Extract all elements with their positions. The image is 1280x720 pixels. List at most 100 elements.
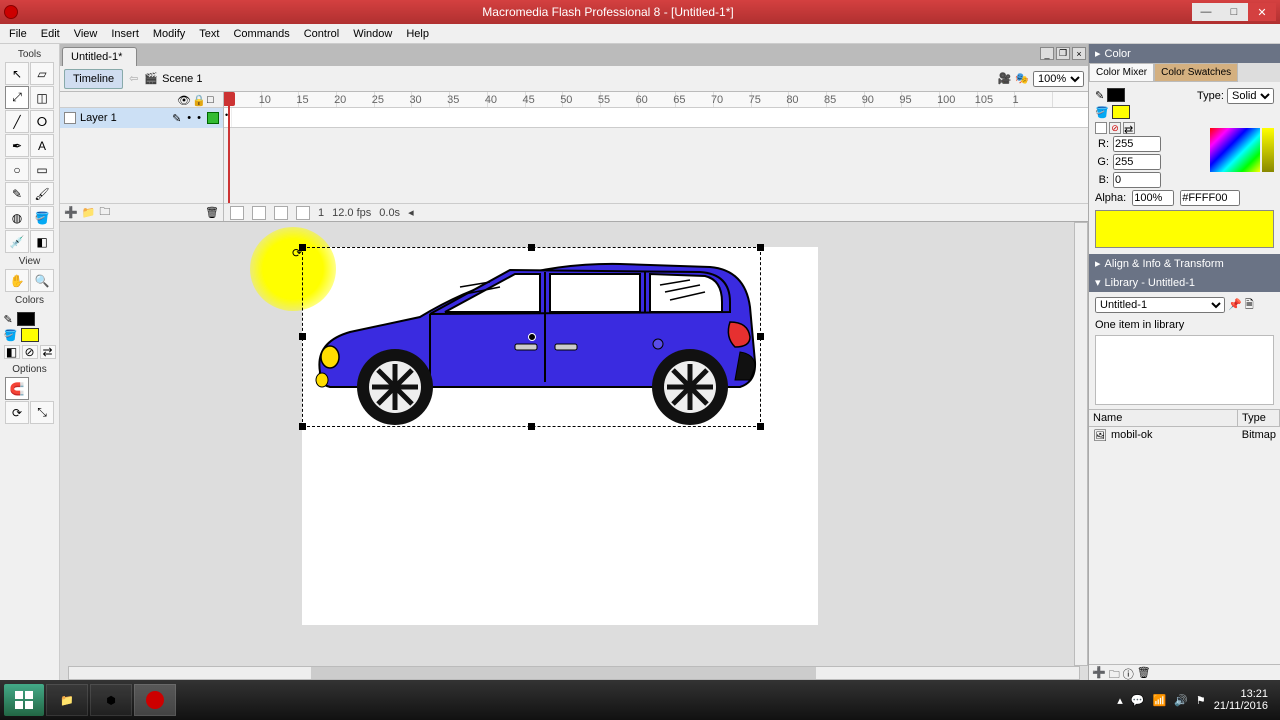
menu-edit[interactable]: Edit — [34, 26, 67, 42]
default-colors-icon[interactable]: ◧ — [4, 345, 20, 359]
hue-strip[interactable] — [1262, 128, 1274, 172]
color-picker-gradient[interactable] — [1210, 128, 1260, 172]
handle-ml[interactable] — [299, 333, 306, 340]
menu-help[interactable]: Help — [399, 26, 436, 42]
menu-insert[interactable]: Insert — [104, 26, 146, 42]
taskbar-app-1[interactable]: ⬢ — [90, 684, 132, 716]
handle-tc[interactable] — [528, 244, 535, 251]
menu-modify[interactable]: Modify — [146, 26, 192, 42]
doc-minimize-icon[interactable]: _ — [1040, 47, 1054, 60]
close-button[interactable]: ✕ — [1248, 3, 1276, 21]
layer-outline-color[interactable] — [207, 112, 219, 124]
stroke-color-swatch[interactable] — [17, 312, 35, 326]
type-select[interactable]: Solid — [1227, 88, 1274, 104]
b-input[interactable] — [1113, 172, 1161, 188]
onion-skin-icon[interactable] — [252, 206, 266, 220]
back-arrow-icon[interactable]: ⇦ — [129, 72, 138, 85]
tray-up-icon[interactable]: ▴ — [1117, 694, 1123, 707]
edit-multiple-icon[interactable] — [296, 206, 310, 220]
panel-stroke-swatch[interactable] — [1107, 88, 1125, 102]
r-input[interactable] — [1113, 136, 1161, 152]
lasso-tool[interactable]: ⵔ — [30, 110, 54, 133]
doc-restore-icon[interactable]: ❐ — [1056, 47, 1070, 60]
scroll-left-icon[interactable]: ◂ — [408, 206, 414, 219]
new-symbol-icon[interactable]: ➕ — [1092, 666, 1106, 679]
onion-outline-icon[interactable] — [274, 206, 288, 220]
fill-color-swatch[interactable] — [21, 328, 39, 342]
stage-area[interactable]: ⟳ — [60, 222, 1088, 680]
free-transform-tool[interactable]: ⤢ — [5, 86, 29, 109]
tray-action-icon[interactable]: 💬 — [1131, 694, 1145, 707]
menu-commands[interactable]: Commands — [226, 26, 296, 42]
type-column[interactable]: Type — [1238, 410, 1280, 426]
handle-bc[interactable] — [528, 423, 535, 430]
ink-bottle-tool[interactable]: ◍ — [5, 206, 29, 229]
hand-tool[interactable]: ✋ — [5, 269, 29, 292]
start-button[interactable] — [4, 684, 44, 716]
tray-volume-icon[interactable]: 🔊 — [1174, 694, 1188, 707]
taskbar-explorer[interactable]: 📁 — [46, 684, 88, 716]
doc-close-icon[interactable]: × — [1072, 47, 1086, 60]
pencil-tool[interactable]: ✎ — [5, 182, 29, 205]
snap-option[interactable]: 🧲 — [5, 377, 29, 400]
system-tray[interactable]: ▴ 💬 📶 🔊 ⚑ 13:21 21/11/2016 — [1117, 688, 1276, 712]
g-input[interactable] — [1113, 154, 1161, 170]
new-lib-icon[interactable]: 🗎 — [1245, 299, 1254, 311]
brush-tool[interactable]: 🖌 — [30, 182, 54, 205]
timeline-button[interactable]: Timeline — [64, 69, 123, 89]
layer-row[interactable]: Layer 1 ✎ • • — [60, 108, 223, 128]
properties-icon[interactable]: ⓘ — [1123, 666, 1134, 679]
handle-bl[interactable] — [299, 423, 306, 430]
alpha-input[interactable] — [1132, 190, 1174, 206]
subselection-tool[interactable]: ▱ — [30, 62, 54, 85]
nocolor-icon[interactable]: ⊘ — [1109, 122, 1121, 134]
document-tab[interactable]: Untitled-1* — [62, 47, 137, 66]
lock-icon[interactable]: 🔒 — [192, 94, 204, 106]
color-mixer-tab[interactable]: Color Mixer — [1089, 63, 1154, 82]
no-color-icon[interactable]: ⊘ — [22, 345, 38, 359]
selection-tool[interactable]: ↖ — [5, 62, 29, 85]
handle-tl[interactable] — [299, 244, 306, 251]
outline-icon[interactable]: □ — [207, 94, 219, 106]
menu-file[interactable]: File — [2, 26, 34, 42]
pen-tool[interactable]: ✒ — [5, 134, 29, 157]
selection-box[interactable] — [302, 247, 761, 427]
frames-track[interactable] — [224, 108, 1088, 128]
menu-text[interactable]: Text — [192, 26, 226, 42]
color-swatches-tab[interactable]: Color Swatches — [1154, 63, 1238, 82]
edit-scene-icon[interactable]: 🎥 — [998, 72, 1012, 85]
bw-icon[interactable] — [1095, 122, 1107, 134]
gradient-transform-tool[interactable]: ◫ — [30, 86, 54, 109]
oval-tool[interactable]: ○ — [5, 158, 29, 181]
eyedropper-tool[interactable]: 💉 — [5, 230, 29, 253]
delete-layer-icon[interactable]: 🗑 — [205, 206, 219, 219]
edit-symbols-icon[interactable]: 🎭 — [1015, 72, 1029, 85]
line-tool[interactable]: ╱ — [5, 110, 29, 133]
tray-network-icon[interactable]: 📶 — [1152, 694, 1166, 707]
add-motion-guide-icon[interactable]: 📁 — [82, 206, 96, 219]
pin-icon[interactable]: 📌 — [1228, 299, 1242, 311]
handle-br[interactable] — [757, 423, 764, 430]
minimize-button[interactable]: — — [1192, 3, 1220, 21]
library-doc-select[interactable]: Untitled-1 — [1095, 297, 1225, 313]
insert-layer-icon[interactable]: ➕ — [64, 206, 78, 219]
new-folder-icon[interactable]: 🗀 — [1109, 666, 1120, 679]
handle-mr[interactable] — [757, 333, 764, 340]
swap-colors-icon[interactable]: ⇄ — [40, 345, 56, 359]
timeline-ruler[interactable]: 5 10 15 20 25 30 35 40 45 50 55 60 65 70… — [224, 92, 1088, 108]
name-column[interactable]: Name — [1089, 410, 1238, 426]
eye-icon[interactable]: 👁 — [177, 94, 189, 106]
swap-icon[interactable]: ⇄ — [1123, 122, 1135, 134]
scene-indicator[interactable]: 🎬 Scene 1 — [144, 72, 202, 85]
vertical-scrollbar[interactable] — [1074, 222, 1088, 666]
tray-flag-icon[interactable]: ⚑ — [1196, 694, 1206, 707]
transform-center[interactable] — [528, 333, 536, 341]
menu-view[interactable]: View — [67, 26, 105, 42]
paint-bucket-tool[interactable]: 🪣 — [30, 206, 54, 229]
rotate-option[interactable]: ⟳ — [5, 401, 29, 424]
delete-icon[interactable]: 🗑 — [1137, 666, 1151, 679]
horizontal-scrollbar[interactable] — [68, 666, 1080, 680]
zoom-select[interactable]: 100% — [1033, 71, 1084, 87]
taskbar-flash[interactable] — [134, 684, 176, 716]
scale-option[interactable]: ⤡ — [30, 401, 54, 424]
